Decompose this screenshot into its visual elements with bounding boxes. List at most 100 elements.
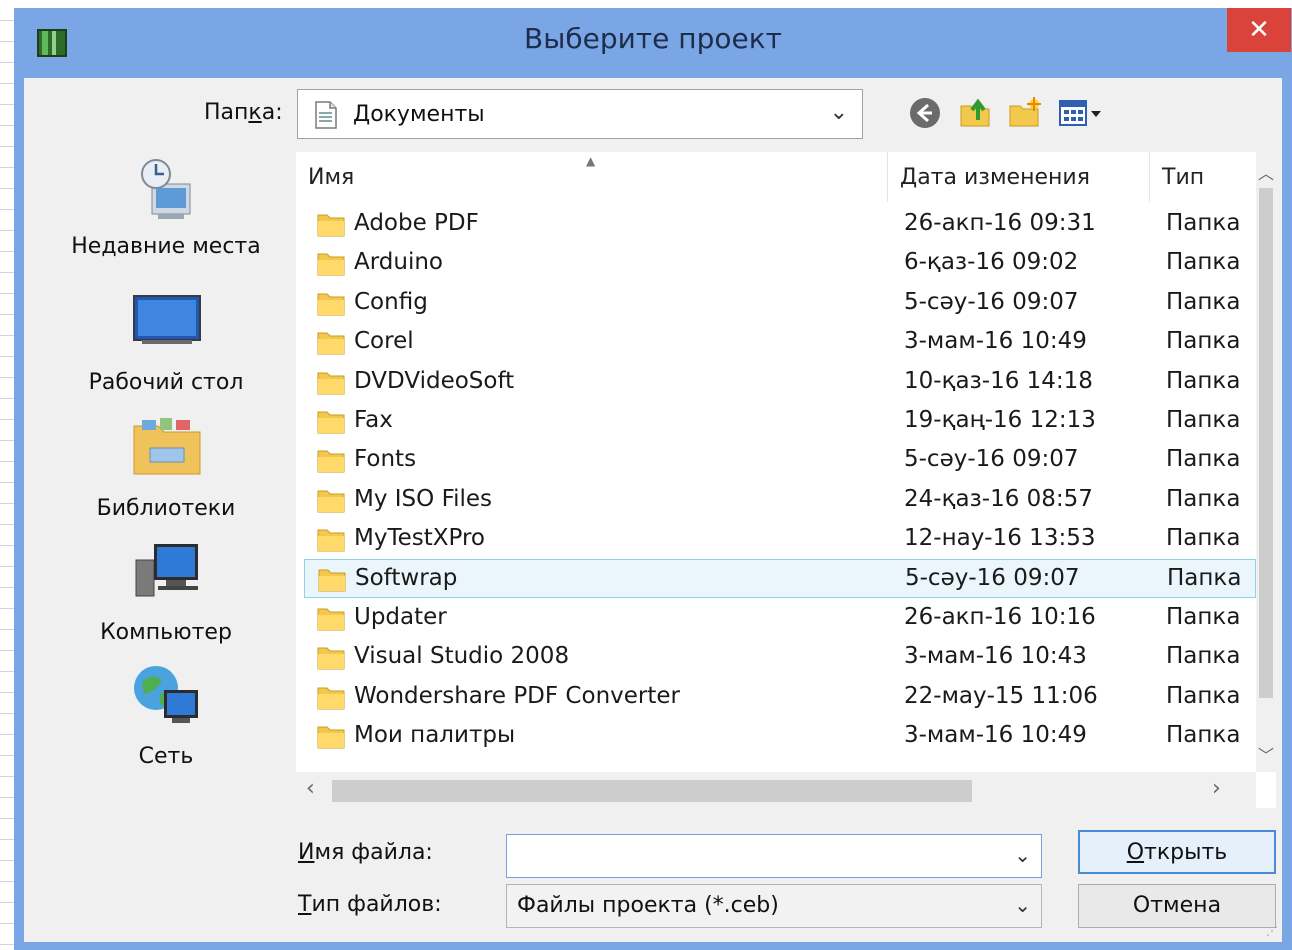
lookin-label: Папка: bbox=[204, 100, 283, 125]
place-desktop[interactable]: Рабочий стол bbox=[46, 290, 286, 410]
file-type: Папка bbox=[1166, 328, 1241, 355]
view-menu-icon[interactable] bbox=[1058, 96, 1106, 130]
open-project-dialog: Выберите проект ✕ Папка: Документы ⌄ Нед… bbox=[14, 8, 1292, 950]
vertical-scroll-thumb[interactable] bbox=[1259, 188, 1273, 698]
filename-label: Имя файла: bbox=[298, 840, 433, 865]
file-date: 5-сәу-16 09:07 bbox=[904, 288, 1079, 315]
file-name: Arduino bbox=[354, 249, 444, 276]
file-date: 19-қаң-16 12:13 bbox=[904, 407, 1096, 433]
chevron-down-icon[interactable]: ⌄ bbox=[1014, 893, 1031, 917]
filetype-label-accel: Т bbox=[298, 892, 312, 917]
close-button[interactable]: ✕ bbox=[1227, 8, 1291, 52]
folder-icon bbox=[316, 328, 346, 356]
lookin-value: Документы bbox=[353, 102, 485, 127]
file-row[interactable]: Мои палитры 3-мам-16 10:49 Папка bbox=[296, 716, 1256, 755]
file-row[interactable]: Visual Studio 2008 3-мам-16 10:43 Папка bbox=[296, 637, 1256, 676]
folder-icon bbox=[316, 643, 346, 671]
file-name: Config bbox=[354, 288, 428, 315]
file-row[interactable]: Softwrap 5-сәу-16 09:07 Папка bbox=[304, 558, 1256, 598]
place-libraries[interactable]: Библиотеки bbox=[46, 416, 286, 536]
back-arrow-icon[interactable] bbox=[908, 96, 942, 130]
file-row[interactable]: Updater 26-акп-16 10:16 Папка bbox=[296, 598, 1256, 637]
file-type: Папка bbox=[1167, 564, 1242, 591]
places-bar: Недавние места Рабочий стол Библиотеки К… bbox=[46, 154, 286, 844]
folder-icon bbox=[316, 407, 346, 435]
desktop-icon bbox=[133, 295, 201, 344]
column-name-label: Имя bbox=[308, 165, 355, 190]
column-header-date[interactable]: Дата изменения bbox=[888, 152, 1150, 202]
file-name: Softwrap bbox=[355, 564, 458, 591]
new-folder-icon[interactable] bbox=[1008, 96, 1042, 130]
resize-grip-icon[interactable]: ⋰ bbox=[1266, 924, 1278, 938]
folder-icon bbox=[316, 249, 346, 277]
file-name: Updater bbox=[354, 604, 447, 630]
folder-icon bbox=[316, 446, 346, 474]
column-type-label: Тип bbox=[1162, 165, 1205, 190]
place-network[interactable]: Сеть bbox=[46, 664, 286, 784]
vertical-scrollbar[interactable]: ︿ ﹀ bbox=[1256, 152, 1276, 772]
file-row[interactable]: Corel 3-мам-16 10:49 Папка bbox=[296, 322, 1256, 361]
place-computer[interactable]: Компьютер bbox=[46, 540, 286, 660]
chevron-down-icon[interactable]: ⌄ bbox=[830, 100, 848, 125]
file-name: Visual Studio 2008 bbox=[354, 643, 570, 670]
filetype-label-part: ип файлов: bbox=[311, 892, 442, 917]
lookin-combobox[interactable]: Документы ⌄ bbox=[297, 89, 863, 139]
file-name: DVDVideoSoft bbox=[354, 367, 515, 394]
lookin-label-part: Пап bbox=[204, 100, 249, 125]
file-row[interactable]: Fax 19-қаң-16 12:13 Папка bbox=[296, 401, 1256, 440]
file-row[interactable]: My ISO Files 24-қаз-16 08:57 Папка bbox=[296, 480, 1256, 519]
file-type: Папка bbox=[1166, 682, 1241, 709]
file-name: Fax bbox=[354, 407, 393, 433]
libraries-icon bbox=[133, 418, 201, 475]
file-row[interactable]: Config 5-сәу-16 09:07 Папка bbox=[296, 283, 1256, 322]
file-name: My ISO Files bbox=[354, 485, 493, 512]
horizontal-scroll-thumb[interactable] bbox=[332, 780, 972, 802]
place-label: Библиотеки bbox=[96, 496, 236, 521]
dialog-client-area: Папка: Документы ⌄ Недавние места Рабочи… bbox=[24, 78, 1282, 942]
column-header-name[interactable]: Имя ▲ bbox=[296, 152, 888, 202]
filename-input[interactable]: ⌄ bbox=[506, 834, 1042, 878]
file-row[interactable]: MyTestXPro 12-нау-16 13:53 Папка bbox=[296, 519, 1256, 558]
folder-icon bbox=[316, 604, 346, 632]
lookin-label-accel: к bbox=[248, 100, 262, 125]
scroll-right-icon[interactable]: › bbox=[1212, 776, 1221, 801]
file-type: Папка bbox=[1166, 722, 1241, 749]
folder-icon bbox=[316, 368, 346, 396]
place-label: Сеть bbox=[138, 744, 194, 769]
file-row[interactable]: Arduino 6-қаз-16 09:02 Папка bbox=[296, 243, 1256, 282]
lookin-label-part: а: bbox=[261, 100, 283, 125]
scroll-left-icon[interactable]: ‹ bbox=[306, 776, 315, 801]
cancel-button[interactable]: Отмена bbox=[1078, 884, 1276, 928]
file-date: 22-мау-15 11:06 bbox=[904, 682, 1098, 709]
computer-icon bbox=[135, 544, 198, 597]
file-name: Мои палитры bbox=[354, 722, 516, 749]
file-type: Папка bbox=[1166, 288, 1241, 315]
horizontal-scrollbar[interactable]: ‹ › bbox=[296, 772, 1256, 808]
file-row[interactable]: DVDVideoSoft 10-қаз-16 14:18 Папка bbox=[296, 362, 1256, 401]
folder-icon bbox=[316, 722, 346, 750]
scroll-up-icon[interactable]: ︿ bbox=[1258, 160, 1274, 184]
chevron-down-icon[interactable]: ⌄ bbox=[1014, 843, 1031, 867]
open-button[interactable]: Открыть bbox=[1078, 830, 1276, 874]
place-recent[interactable]: Недавние места bbox=[46, 154, 286, 274]
up-folder-icon[interactable] bbox=[958, 96, 992, 130]
recent-places-icon bbox=[141, 159, 191, 219]
file-row[interactable]: Wondershare PDF Converter 22-мау-15 11:06… bbox=[296, 677, 1256, 716]
filetype-select[interactable]: Файлы проекта (*.ceb) ⌄ bbox=[506, 884, 1042, 928]
filename-label-part: мя файла: bbox=[314, 840, 433, 865]
column-header-type[interactable]: Тип bbox=[1150, 152, 1256, 202]
filetype-value: Файлы проекта (*.ceb) bbox=[517, 893, 779, 918]
title-bar[interactable]: Выберите проект ✕ bbox=[14, 8, 1292, 78]
file-name: Fonts bbox=[354, 446, 417, 473]
file-name: MyTestXPro bbox=[354, 525, 485, 552]
scroll-down-icon[interactable]: ﹀ bbox=[1258, 742, 1274, 766]
folder-icon bbox=[317, 565, 347, 593]
file-row[interactable]: Adobe PDF 26-акп-16 09:31 Папка bbox=[296, 204, 1256, 243]
folder-icon bbox=[316, 210, 346, 238]
file-row[interactable]: Fonts 5-сәу-16 09:07 Папка bbox=[296, 440, 1256, 479]
file-list[interactable]: Имя ▲ Дата изменения Тип Adobe PDF 26-акп… bbox=[296, 152, 1276, 808]
file-date: 24-қаз-16 08:57 bbox=[904, 485, 1093, 512]
filetype-label: Тип файлов: bbox=[298, 892, 442, 917]
file-type: Папка bbox=[1166, 249, 1241, 276]
folder-icon bbox=[316, 289, 346, 317]
